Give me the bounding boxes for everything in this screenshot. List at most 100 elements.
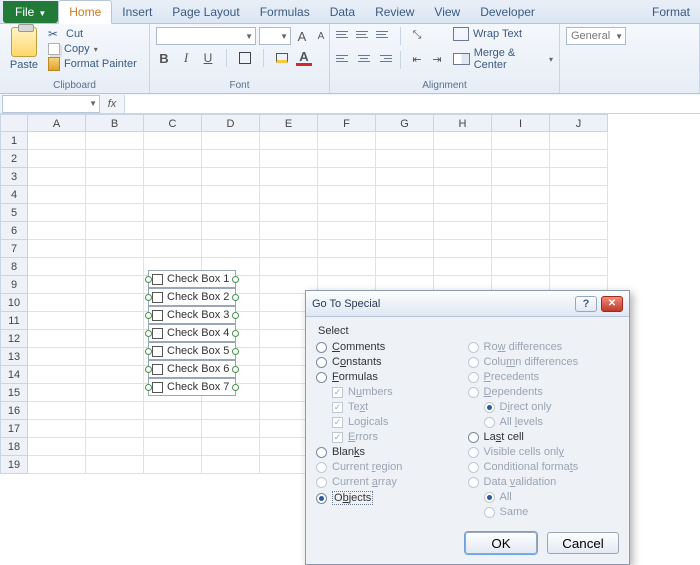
row-header[interactable]: 17 [0,420,28,438]
checkbox-object[interactable]: Check Box 7 [145,378,239,396]
cell[interactable] [86,258,144,276]
cell[interactable] [144,438,202,456]
row-header[interactable]: 8 [0,258,28,276]
number-format-combo[interactable]: General▼ [566,27,626,45]
row-header[interactable]: 14 [0,366,28,384]
cell[interactable] [434,240,492,258]
tab-view[interactable]: View [424,1,470,23]
opt-col-diff[interactable]: Column differences [468,356,620,368]
opt-precedents[interactable]: Precedents [468,371,620,383]
cell[interactable] [260,168,318,186]
cell[interactable] [318,222,376,240]
cell[interactable] [318,150,376,168]
cell[interactable] [202,420,260,438]
cell[interactable] [434,186,492,204]
file-tab[interactable]: File▼ [3,1,58,23]
cell[interactable] [28,240,86,258]
cell[interactable] [144,204,202,222]
resize-handle-icon[interactable] [232,384,239,391]
resize-handle-icon[interactable] [145,312,152,319]
wrap-text-button[interactable]: Wrap Text [453,27,553,41]
cell[interactable] [28,456,86,474]
row-header[interactable]: 7 [0,240,28,258]
cell[interactable] [144,186,202,204]
column-header[interactable]: E [260,114,318,132]
row-header[interactable]: 13 [0,348,28,366]
row-header[interactable]: 4 [0,186,28,204]
cell[interactable] [28,294,86,312]
cell[interactable] [86,132,144,150]
cell[interactable] [492,186,550,204]
opt-data-validation[interactable]: Data validation [468,476,620,488]
cell[interactable] [550,240,608,258]
cell[interactable] [492,168,550,186]
cell[interactable] [86,456,144,474]
decrease-indent-button[interactable]: ⇤ [409,51,425,67]
underline-button[interactable]: U [200,50,216,66]
cell[interactable] [550,204,608,222]
orientation-button[interactable]: ⤡ [409,27,425,43]
tab-formulas[interactable]: Formulas [250,1,320,23]
row-header[interactable]: 16 [0,402,28,420]
cell[interactable] [260,132,318,150]
opt-last-cell[interactable]: Last cell [468,431,620,443]
row-header[interactable]: 15 [0,384,28,402]
cell[interactable] [550,168,608,186]
fill-color-button[interactable] [274,50,290,66]
cell[interactable] [144,150,202,168]
column-header[interactable]: D [202,114,260,132]
opt-row-diff[interactable]: Row differences [468,341,620,353]
row-header[interactable]: 10 [0,294,28,312]
italic-button[interactable]: I [178,50,194,66]
cell[interactable] [434,150,492,168]
checkbox-object[interactable]: Check Box 2 [145,288,239,306]
opt-blanks[interactable]: Blanks [316,446,468,458]
cell[interactable] [28,186,86,204]
cell[interactable] [318,168,376,186]
align-bottom-button[interactable] [376,27,392,41]
row-header[interactable]: 6 [0,222,28,240]
cell[interactable] [144,420,202,438]
cell[interactable] [28,204,86,222]
ok-button[interactable]: OK [465,532,537,554]
checkbox-object[interactable]: Check Box 4 [145,324,239,342]
align-center-button[interactable] [356,51,372,65]
cell[interactable] [86,312,144,330]
checkbox-object[interactable]: Check Box 1 [145,270,239,288]
cell[interactable] [260,222,318,240]
resize-handle-icon[interactable] [232,294,239,301]
opt-constants[interactable]: Constants [316,356,468,368]
opt-visible-cells[interactable]: Visible cells only [468,446,620,458]
cell[interactable] [202,240,260,258]
column-header[interactable]: G [376,114,434,132]
cell[interactable] [86,384,144,402]
cell[interactable] [434,204,492,222]
name-box[interactable]: ▼ [2,95,100,113]
row-header[interactable]: 12 [0,330,28,348]
cell[interactable] [202,168,260,186]
cell[interactable] [434,132,492,150]
cell[interactable] [260,150,318,168]
cell[interactable] [28,402,86,420]
shrink-font-button[interactable]: A [313,28,329,44]
row-header[interactable]: 1 [0,132,28,150]
cell[interactable] [28,438,86,456]
column-header[interactable]: C [144,114,202,132]
increase-indent-button[interactable]: ⇥ [429,51,445,67]
cell[interactable] [492,240,550,258]
cell[interactable] [318,204,376,222]
opt-current-array[interactable]: Current array [316,476,468,488]
cell[interactable] [144,168,202,186]
cell[interactable] [144,132,202,150]
cell[interactable] [28,168,86,186]
resize-handle-icon[interactable] [145,384,152,391]
merge-center-button[interactable]: Merge & Center ▾ [453,47,553,71]
cell[interactable] [86,186,144,204]
row-header[interactable]: 11 [0,312,28,330]
cell[interactable] [492,222,550,240]
copy-button[interactable]: Copy ▾ [48,43,137,55]
cell[interactable] [86,276,144,294]
cell[interactable] [260,204,318,222]
checkbox-object[interactable]: Check Box 3 [145,306,239,324]
row-header[interactable]: 2 [0,150,28,168]
